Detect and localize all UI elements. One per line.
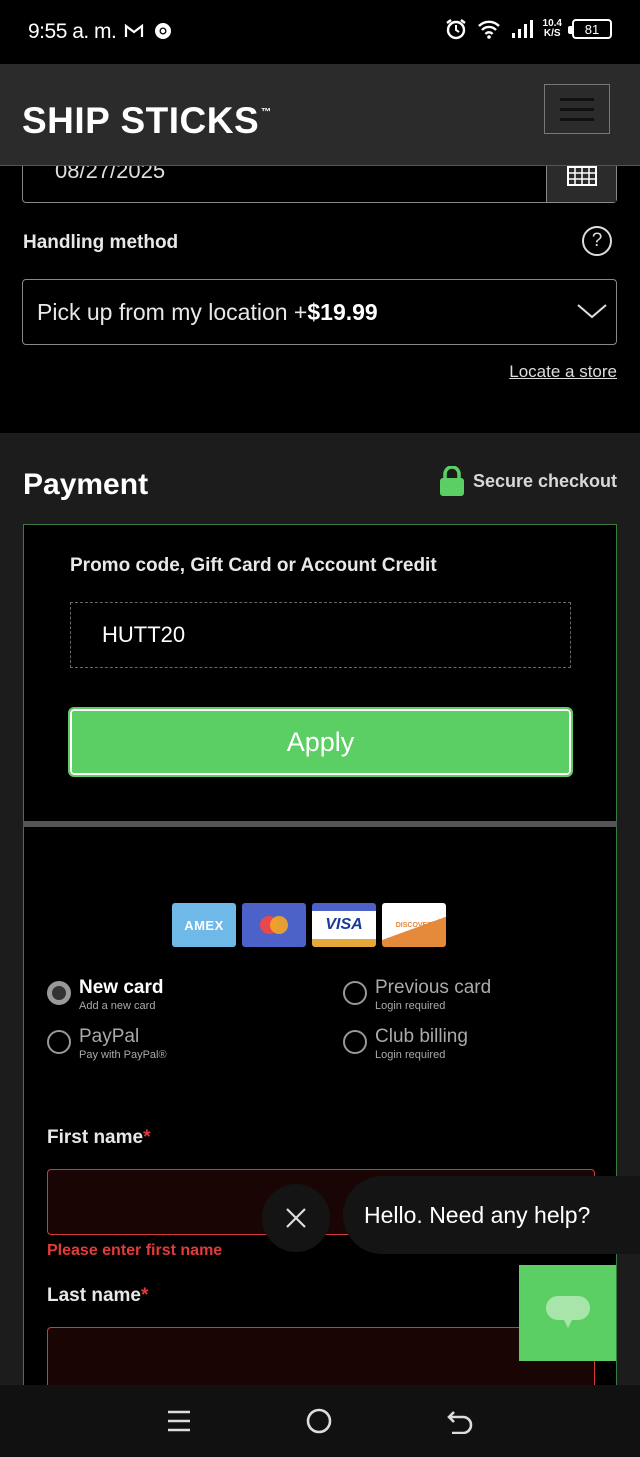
mastercard-icon	[242, 903, 306, 947]
promo-code-input[interactable]	[70, 602, 571, 668]
handling-method-label: Handling method	[23, 232, 179, 253]
wifi-icon	[477, 20, 500, 39]
payment-title: Payment	[23, 468, 149, 501]
signal-icon	[511, 20, 533, 38]
handling-method-select[interactable]: Pick up from my location +$19.99	[22, 279, 617, 345]
chat-icon	[545, 1296, 590, 1328]
status-time: 9:55 a. m.	[28, 20, 117, 43]
lock-icon	[439, 466, 464, 496]
radio-button[interactable]	[343, 981, 367, 1005]
option-club-billing[interactable]: Club billing Login required	[343, 1026, 468, 1061]
radio-button[interactable]	[47, 981, 71, 1005]
chat-greeting-bubble[interactable]: Hello. Need any help?	[343, 1176, 640, 1254]
handling-method-option: Pick up from my location +	[37, 299, 308, 325]
chat-close-button[interactable]	[262, 1184, 330, 1252]
last-name-label: Last name*	[47, 1285, 149, 1306]
home-icon[interactable]	[305, 1407, 333, 1435]
handling-method-price: $19.99	[307, 299, 378, 325]
card-brand-logos: AMEX VISA DISCOVER	[172, 903, 446, 947]
option-previous-card[interactable]: Previous card Login required	[343, 977, 491, 1012]
battery-icon: 81	[568, 19, 612, 39]
secure-checkout: Secure checkout	[439, 466, 617, 496]
hamburger-menu-button[interactable]	[544, 84, 610, 134]
chat-open-button[interactable]	[519, 1265, 616, 1361]
visa-icon: VISA	[312, 903, 376, 947]
ship-sticks-logo[interactable]: SHIP STICKS ™	[22, 100, 272, 142]
option-new-card[interactable]: New card Add a new card	[47, 977, 163, 1012]
chrome-icon	[155, 23, 171, 39]
recent-apps-icon[interactable]	[166, 1409, 192, 1433]
locate-store-link[interactable]: Locate a store	[509, 362, 617, 382]
discover-icon: DISCOVER	[382, 903, 446, 947]
alarm-icon	[445, 19, 466, 40]
apply-button[interactable]: Apply	[68, 707, 573, 777]
status-bar: 9:55 a. m. 10.4 K/S 81	[0, 0, 640, 64]
app-header: SHIP STICKS ™	[0, 64, 640, 166]
promo-label: Promo code, Gift Card or Account Credit	[70, 555, 437, 576]
radio-button[interactable]	[343, 1030, 367, 1054]
radio-button[interactable]	[47, 1030, 71, 1054]
gmail-icon	[124, 23, 144, 37]
calendar-icon	[566, 166, 597, 186]
net-speed: 10.4 K/S	[542, 18, 562, 39]
first-name-error: Please enter first name	[47, 1242, 223, 1259]
chevron-down-icon	[577, 304, 607, 319]
promo-box: Promo code, Gift Card or Account Credit …	[23, 524, 617, 824]
option-paypal[interactable]: PayPal Pay with PayPal®	[47, 1026, 167, 1061]
first-name-label: First name*	[47, 1127, 151, 1148]
back-icon[interactable]	[446, 1408, 474, 1434]
help-icon[interactable]: ?	[582, 226, 612, 256]
close-icon	[286, 1208, 306, 1228]
amex-icon: AMEX	[172, 903, 236, 947]
last-name-input[interactable]	[47, 1327, 595, 1393]
system-nav-bar	[0, 1385, 640, 1457]
